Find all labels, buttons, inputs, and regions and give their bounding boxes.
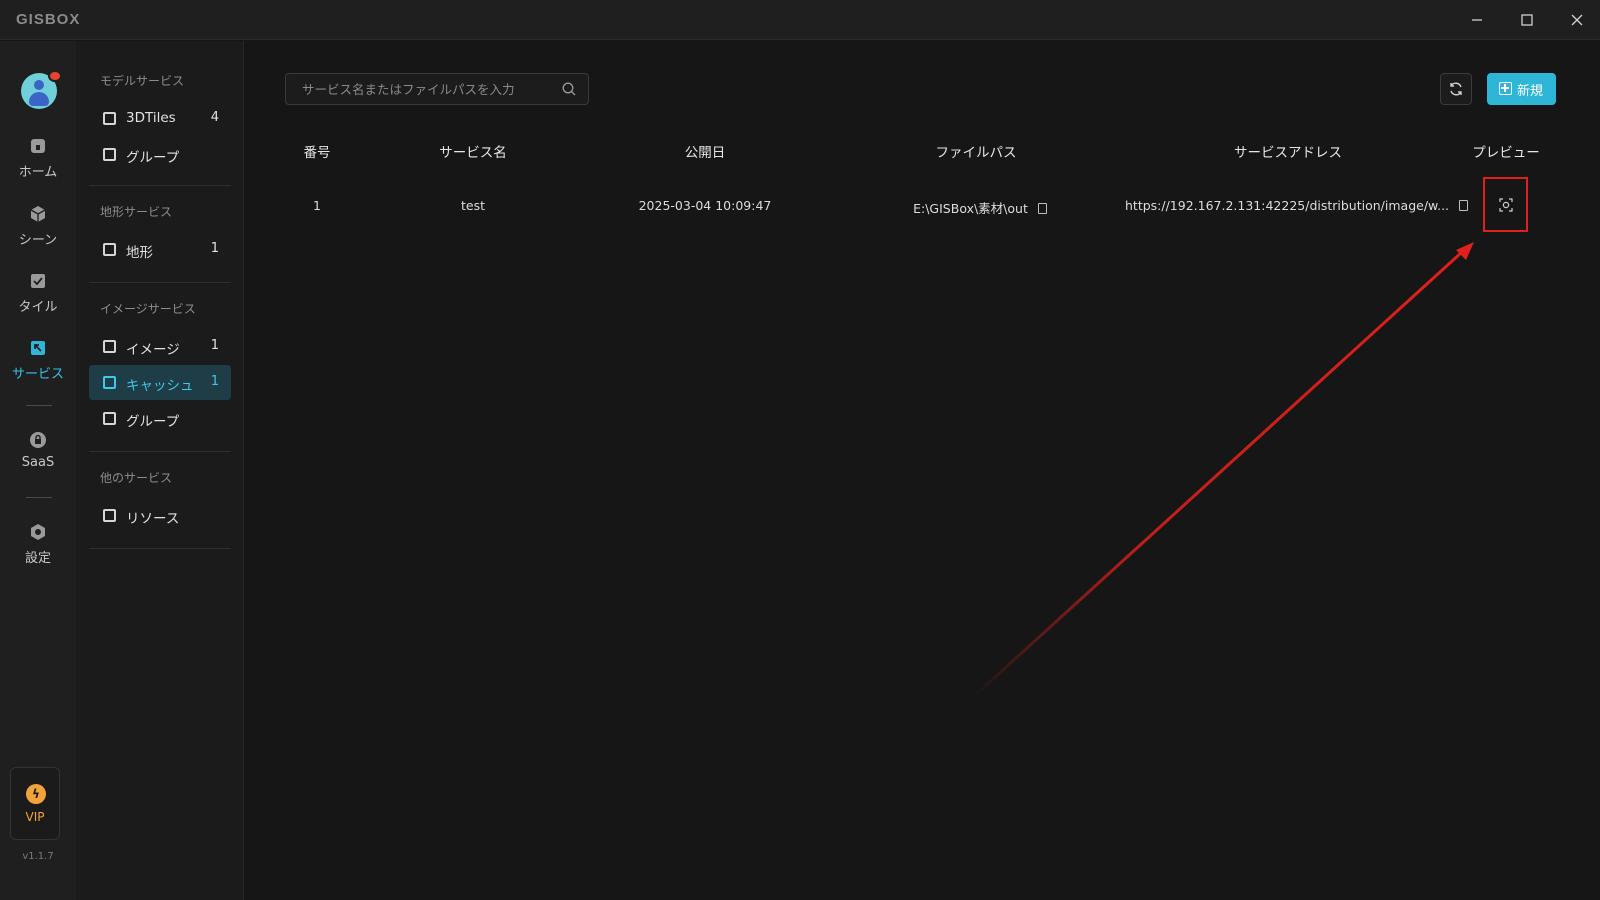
cell-no: 1	[313, 198, 321, 213]
refresh-button[interactable]	[1440, 73, 1472, 105]
home-icon	[31, 139, 45, 153]
sidebar-item-label: グループ	[126, 414, 180, 430]
new-button-label: 新規	[1517, 84, 1544, 99]
search-icon[interactable]	[562, 82, 576, 96]
sidebar-item-cache[interactable]: キャッシュ 1	[89, 365, 231, 400]
notification-badge-icon	[48, 70, 62, 82]
nav-settings-label: 設定	[24, 551, 51, 566]
minimize-button[interactable]	[1465, 8, 1489, 32]
preview-icon[interactable]	[1498, 197, 1513, 212]
nav-divider	[26, 497, 52, 498]
sidebar-item-label: キャッシュ	[126, 378, 194, 394]
minimize-icon	[1472, 19, 1482, 21]
main-nav-rail: ホーム シーン タイル サービス SaaS 設定 ϟ VIP v1.1.7	[0, 41, 76, 900]
sidebar-item-label: 地形	[126, 245, 153, 261]
scene-icon	[30, 206, 46, 222]
nav-service-label: サービス	[11, 367, 64, 382]
preview-cell-highlight	[1483, 177, 1528, 232]
terrain-icon	[103, 243, 116, 256]
nav-service[interactable]: サービス	[0, 339, 76, 395]
title-bar: GISBOX	[0, 0, 1600, 40]
sidebar-divider	[89, 185, 231, 186]
column-header-address: サービスアドレス	[1234, 145, 1342, 161]
service-sidebar: モデルサービス 3DTiles 4 グループ 地形サービス 地形 1 イメージサ…	[76, 41, 244, 900]
nav-scene-label: シーン	[18, 233, 58, 248]
maximize-icon	[1521, 14, 1533, 26]
sidebar-item-image-group[interactable]: グループ	[89, 401, 231, 436]
tiles-icon	[103, 112, 116, 125]
section-title-image: イメージサービス	[100, 302, 196, 316]
sidebar-item-image[interactable]: イメージ 1	[89, 329, 231, 364]
cell-address: https://192.167.2.131:42225/distribution…	[1125, 198, 1469, 213]
copy-path-icon[interactable]	[1037, 203, 1047, 214]
nav-home[interactable]: ホーム	[0, 137, 76, 193]
app-version: v1.1.7	[22, 851, 54, 862]
sidebar-item-model-group[interactable]: グループ	[89, 137, 231, 172]
tile-icon	[31, 274, 45, 288]
cell-name: test	[460, 198, 485, 213]
section-title-model: モデルサービス	[100, 74, 185, 88]
cell-address-text: https://192.167.2.131:42225/distribution…	[1125, 198, 1450, 213]
service-icon	[31, 341, 45, 355]
add-icon	[1499, 82, 1512, 95]
vip-label: VIP	[25, 810, 45, 824]
cell-path-text: E:\GISBox\素材\out	[913, 201, 1028, 216]
nav-saas-label: SaaS	[21, 455, 55, 470]
maximize-button[interactable]	[1515, 8, 1539, 32]
sidebar-item-resource[interactable]: リソース	[89, 498, 231, 533]
section-title-terrain: 地形サービス	[100, 205, 173, 219]
sidebar-item-count: 1	[210, 374, 219, 389]
nav-settings[interactable]: 設定	[0, 523, 76, 579]
settings-icon	[31, 524, 45, 540]
search-box	[285, 73, 589, 105]
cell-date: 2025-03-04 10:09:47	[638, 198, 772, 213]
nav-tile-label: タイル	[18, 300, 58, 315]
vip-button[interactable]: ϟ VIP	[10, 767, 60, 840]
column-header-no: 番号	[303, 145, 331, 161]
sidebar-item-label: グループ	[126, 150, 180, 166]
sidebar-item-3dtiles[interactable]: 3DTiles 4	[89, 101, 231, 136]
lightning-icon: ϟ	[26, 784, 46, 804]
column-header-name: サービス名	[439, 145, 507, 161]
sidebar-divider	[89, 451, 231, 452]
nav-divider	[26, 405, 52, 406]
sidebar-item-count: 1	[210, 338, 219, 353]
group-icon	[103, 412, 116, 425]
nav-tile[interactable]: タイル	[0, 272, 76, 328]
column-header-date: 公開日	[684, 145, 726, 161]
sidebar-item-count: 4	[210, 110, 219, 125]
cache-icon	[103, 376, 116, 389]
nav-home-label: ホーム	[18, 165, 58, 180]
sidebar-divider	[89, 282, 231, 283]
resource-icon	[103, 509, 116, 522]
sidebar-item-count: 1	[210, 241, 219, 256]
copy-address-icon[interactable]	[1459, 200, 1469, 211]
cell-path: E:\GISBox\素材\out	[880, 198, 1080, 217]
close-button[interactable]	[1565, 8, 1589, 32]
sidebar-item-label: 3DTiles	[126, 110, 176, 126]
new-button[interactable]: 新規	[1487, 73, 1556, 105]
image-icon	[103, 340, 116, 353]
close-icon	[1571, 14, 1583, 26]
section-title-other: 他のサービス	[100, 471, 173, 485]
nav-saas[interactable]: SaaS	[0, 431, 76, 487]
sidebar-divider	[89, 548, 231, 549]
column-header-path: ファイルパス	[935, 145, 1017, 161]
sidebar-item-label: イメージ	[126, 342, 180, 358]
saas-icon	[30, 432, 46, 448]
nav-scene[interactable]: シーン	[0, 205, 76, 261]
app-logo: GISBOX	[16, 11, 81, 28]
search-input[interactable]	[286, 74, 546, 104]
column-header-preview: プレビュー	[1472, 145, 1540, 161]
group-icon	[103, 148, 116, 161]
sidebar-item-terrain[interactable]: 地形 1	[89, 232, 231, 267]
sidebar-item-label: リソース	[126, 511, 180, 527]
refresh-icon	[1450, 82, 1462, 96]
